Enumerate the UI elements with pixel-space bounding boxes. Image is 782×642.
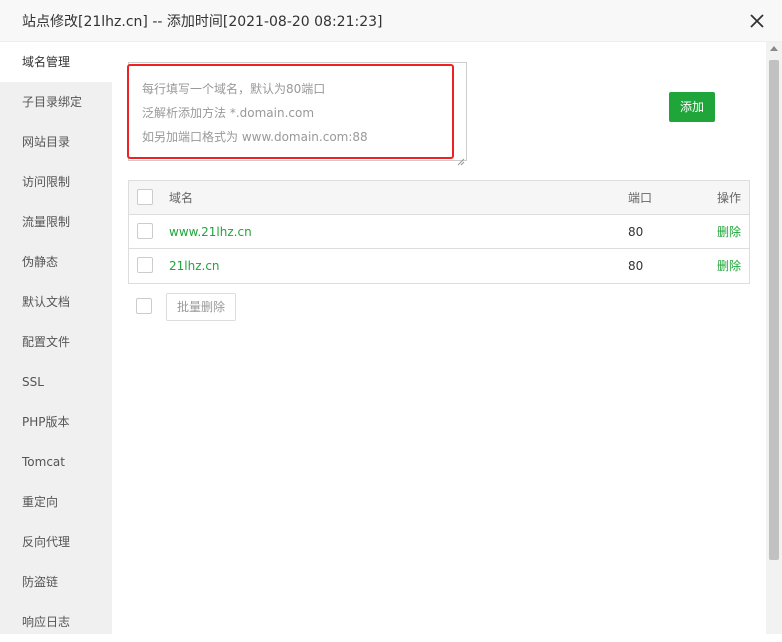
sidebar-item-domain-management[interactable]: 域名管理 [0, 42, 112, 82]
sidebar-item-response-log[interactable]: 响应日志 [0, 602, 112, 642]
domain-management-panel: 每行填写一个域名，默认为80端口 泛解析添加方法 *.domain.com 如另… [112, 42, 766, 634]
scroll-up-arrow-icon[interactable] [770, 46, 778, 51]
table-row: www.21lhz.cn 80 删除 [129, 215, 749, 249]
batch-delete-button[interactable]: 批量删除 [166, 293, 236, 321]
table-header: 域名 端口 操作 [129, 181, 749, 215]
port-value: 80 [628, 225, 644, 239]
sidebar-item-ssl[interactable]: SSL [0, 362, 112, 402]
column-header-action: 操作 [717, 191, 742, 205]
sidebar-item-php-version[interactable]: PHP版本 [0, 402, 112, 442]
column-header-port: 端口 [628, 191, 653, 205]
domain-table: 域名 端口 操作 www.21lhz.cn 80 删除 21lhz.cn 80 … [128, 180, 750, 284]
domain-textarea-wrapper: 每行填写一个域名，默认为80端口 泛解析添加方法 *.domain.com 如另… [128, 62, 467, 166]
sidebar-item-redirect[interactable]: 重定向 [0, 482, 112, 522]
sidebar-item-subdir-binding[interactable]: 子目录绑定 [0, 82, 112, 122]
sidebar-item-tomcat[interactable]: Tomcat [0, 442, 112, 482]
sidebar-item-reverse-proxy[interactable]: 反向代理 [0, 522, 112, 562]
sidebar: 域名管理 子目录绑定 网站目录 访问限制 流量限制 伪静态 默认文档 配置文件 … [0, 42, 112, 634]
column-header-domain: 域名 [169, 191, 194, 205]
dialog-title: 站点修改[21lhz.cn] -- 添加时间[2021-08-20 08:21:… [22, 14, 383, 30]
table-row: 21lhz.cn 80 删除 [129, 249, 749, 283]
domain-input[interactable] [129, 63, 466, 160]
domain-link[interactable]: www.21lhz.cn [169, 215, 252, 249]
sidebar-item-traffic-limit[interactable]: 流量限制 [0, 202, 112, 242]
sidebar-item-site-directory[interactable]: 网站目录 [0, 122, 112, 162]
row-checkbox[interactable] [137, 223, 153, 239]
close-icon[interactable] [748, 12, 766, 30]
delete-link[interactable]: 删除 [717, 215, 741, 249]
batch-select-checkbox[interactable] [136, 298, 152, 314]
sidebar-item-access-limit[interactable]: 访问限制 [0, 162, 112, 202]
delete-link[interactable]: 删除 [717, 249, 741, 283]
sidebar-item-config-file[interactable]: 配置文件 [0, 322, 112, 362]
vertical-scrollbar[interactable] [766, 42, 782, 634]
select-all-checkbox[interactable] [137, 189, 153, 205]
dialog-titlebar: 站点修改[21lhz.cn] -- 添加时间[2021-08-20 08:21:… [0, 0, 782, 42]
sidebar-item-default-document[interactable]: 默认文档 [0, 282, 112, 322]
domain-link[interactable]: 21lhz.cn [169, 249, 220, 283]
row-checkbox[interactable] [137, 257, 153, 273]
port-value: 80 [628, 259, 644, 273]
sidebar-item-rewrite[interactable]: 伪静态 [0, 242, 112, 282]
add-domain-button[interactable]: 添加 [669, 92, 715, 122]
site-edit-dialog: 站点修改[21lhz.cn] -- 添加时间[2021-08-20 08:21:… [0, 0, 782, 634]
scrollbar-thumb[interactable] [769, 60, 779, 560]
resize-grip-icon[interactable] [457, 151, 465, 166]
sidebar-item-hotlink-protection[interactable]: 防盗链 [0, 562, 112, 602]
